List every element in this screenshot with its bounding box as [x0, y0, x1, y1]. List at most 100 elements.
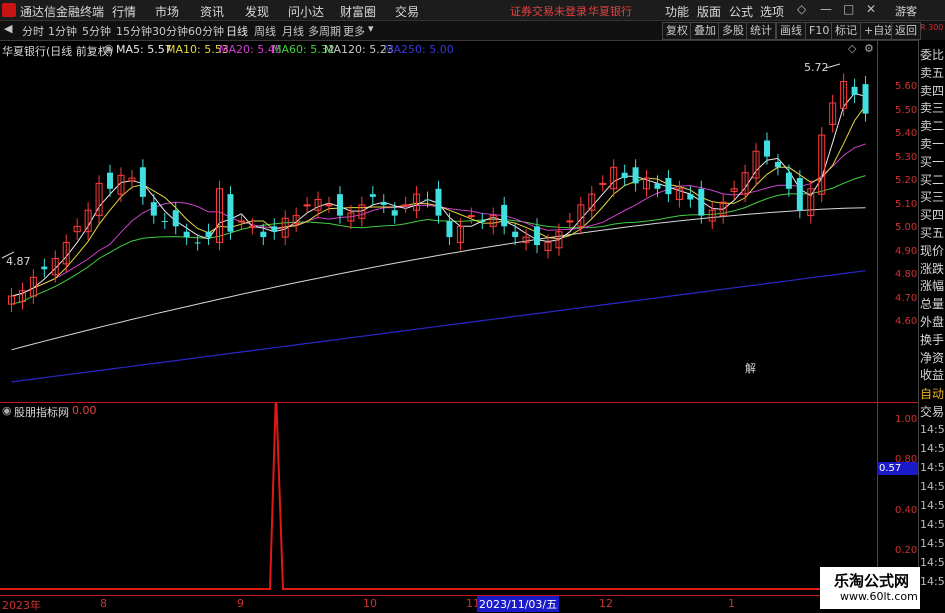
menu-functions[interactable]: 功能 — [665, 3, 689, 20]
back-button[interactable]: 返回 — [891, 22, 921, 40]
menu-options[interactable]: 选项 — [760, 3, 784, 20]
candle-body — [391, 210, 398, 216]
side-item[interactable]: 卖五 — [920, 64, 944, 81]
side-item[interactable]: 买五 — [920, 224, 944, 241]
sub-tick-100: 1.00 — [895, 414, 918, 425]
f10-button[interactable]: F10 — [805, 22, 834, 40]
side-item[interactable]: 买四 — [920, 206, 944, 223]
period-60min[interactable]: 60分钟 — [188, 23, 224, 39]
candle-body — [763, 140, 770, 157]
side-item[interactable]: 买二 — [920, 171, 944, 188]
back-arrow-icon[interactable]: ◀ — [4, 22, 12, 35]
tick-time: 14:56 — [920, 461, 945, 474]
period-minute[interactable]: 分时 — [22, 23, 44, 39]
side-item[interactable]: 卖二 — [920, 117, 944, 134]
auto-trade[interactable]: 自动 — [920, 385, 944, 402]
price-tick: 5.40 — [895, 128, 918, 139]
trade-label[interactable]: 交易 — [920, 403, 944, 420]
skin-icon[interactable]: ◇ — [797, 2, 806, 16]
candle-body — [183, 231, 190, 238]
candle-body — [599, 182, 607, 185]
candle-body — [796, 178, 803, 211]
side-item[interactable]: 现价 — [920, 242, 944, 259]
guest-label[interactable]: 游客 — [895, 3, 917, 19]
side-item[interactable]: 买一 — [920, 153, 944, 170]
candle-body — [303, 204, 311, 207]
period-30min[interactable]: 30分钟 — [152, 23, 188, 39]
period-weekly[interactable]: 周线 — [254, 23, 276, 39]
period-more[interactable]: 更多 — [343, 23, 365, 39]
adjust-button[interactable]: 复权 — [662, 22, 692, 40]
side-item[interactable]: 买三 — [920, 188, 944, 205]
side-item[interactable]: 卖四 — [920, 82, 944, 99]
menu-ask-xiaoda[interactable]: 问小达 — [288, 3, 324, 20]
side-item[interactable]: 委比 — [920, 46, 944, 63]
candle-body — [325, 204, 333, 207]
price-tick: 5.20 — [895, 175, 918, 186]
draw-line-button[interactable]: 画线 — [776, 22, 806, 40]
period-1min[interactable]: 1分钟 — [48, 23, 77, 39]
side-item[interactable]: 涨跌 — [920, 260, 944, 277]
price-axis — [877, 40, 918, 402]
tick-time: 14:56 — [920, 499, 945, 512]
side-item[interactable]: 总量 — [920, 295, 944, 312]
menu-layout[interactable]: 版面 — [697, 3, 721, 20]
statistics-button[interactable]: 统计 — [746, 22, 776, 40]
menu-discover[interactable]: 发现 — [245, 3, 269, 20]
candle-body — [435, 188, 442, 216]
account-name: 华夏银行 — [588, 5, 632, 18]
tick-time: 14:56 — [920, 537, 945, 550]
candle-body — [41, 266, 48, 270]
menu-quotes[interactable]: 行情 — [112, 3, 136, 20]
tick-time: 14:56 — [920, 556, 945, 569]
close-icon[interactable]: ✕ — [866, 2, 876, 16]
menu-formula[interactable]: 公式 — [729, 3, 753, 20]
price-tick: 4.60 — [895, 316, 918, 327]
period-daily[interactable]: 日线 — [226, 23, 248, 39]
tick-time: 14:56 — [920, 442, 945, 455]
sub-current-value: 0.57 — [877, 462, 919, 475]
date-label: 8 — [100, 597, 107, 610]
side-item[interactable]: 卖一 — [920, 135, 944, 152]
side-item[interactable]: 涨幅 — [920, 277, 944, 294]
menu-trade[interactable]: 交易 — [395, 3, 419, 20]
side-item[interactable]: 外盘 — [920, 313, 944, 330]
overlay-button[interactable]: 叠加 — [690, 22, 720, 40]
period-monthly[interactable]: 月线 — [282, 23, 304, 39]
login-status[interactable]: 证券交易未登录 — [510, 3, 587, 19]
price-tick: 5.10 — [895, 198, 918, 210]
price-tick: 5.50 — [895, 104, 918, 116]
menu-news[interactable]: 资讯 — [200, 3, 224, 20]
side-item[interactable]: 换手 — [920, 331, 944, 348]
period-5min[interactable]: 5分钟 — [82, 23, 111, 39]
candle-body — [512, 231, 519, 238]
candle-body — [774, 161, 781, 168]
watermark: 乐淘公式网 www.60lt.com — [820, 567, 920, 609]
candle-body — [862, 84, 869, 114]
minimize-icon[interactable]: — — [820, 2, 832, 16]
date-label: 10 — [363, 597, 377, 610]
candle-body — [566, 220, 574, 223]
mark-button[interactable]: 标记 — [831, 22, 861, 40]
candle-body — [107, 172, 114, 189]
lift-annotation[interactable]: 解 — [745, 360, 756, 376]
period-multi[interactable]: 多周期 — [308, 23, 341, 39]
maximize-icon[interactable]: □ — [843, 2, 854, 16]
candle-body — [479, 220, 486, 222]
candle-body — [501, 204, 508, 227]
menu-market[interactable]: 市场 — [155, 3, 179, 20]
candle-body — [369, 194, 376, 197]
kline-chart[interactable] — [0, 40, 877, 402]
side-item[interactable]: 净资 — [920, 349, 944, 366]
chevron-down-icon[interactable]: ▾ — [368, 22, 374, 35]
candle-body — [248, 225, 256, 228]
candle-body — [172, 210, 179, 227]
candle-body — [534, 226, 541, 246]
multi-stock-button[interactable]: 多股 — [718, 22, 748, 40]
side-item[interactable]: 收益 — [920, 366, 944, 383]
period-15min[interactable]: 15分钟 — [116, 23, 152, 39]
sub-indicator-chart[interactable] — [0, 403, 877, 595]
side-item[interactable]: 卖三 — [920, 99, 944, 116]
candle-body — [271, 226, 278, 232]
menu-wealth-circle[interactable]: 财富圈 — [340, 3, 376, 20]
